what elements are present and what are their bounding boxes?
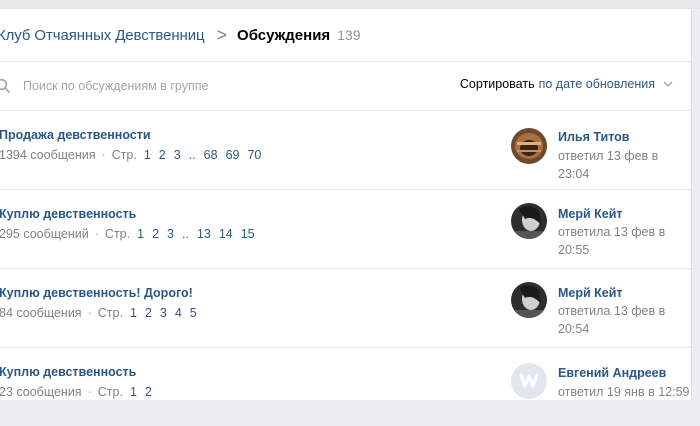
author-name[interactable]: Евгений Андреев — [558, 366, 666, 380]
pages-label: Стр. — [97, 306, 123, 320]
topic-meta: 23 сообщения · Стр. 1 2 — [0, 385, 160, 399]
page-link[interactable]: 3 — [160, 306, 167, 320]
topic-title[interactable]: Продажа девственности — [0, 128, 151, 142]
topic-meta: 1394 сообщения · Стр. 1 2 3 .. 68 69 70 — [0, 148, 269, 162]
page-link[interactable]: 2 — [145, 385, 152, 399]
breadcrumb: Клуб Отчаянных Девственниц > Обсуждения … — [0, 24, 361, 45]
avatar-photo — [511, 128, 547, 164]
page-link[interactable]: 70 — [247, 148, 261, 162]
page-link[interactable]: 1 — [130, 306, 137, 320]
topic-row[interactable]: Куплю девственность 295 сообщений · Стр.… — [0, 190, 691, 269]
topics-list: Продажа девственности 1394 сообщения · С… — [0, 111, 691, 426]
author-name[interactable]: Мерй Кейт — [558, 286, 623, 300]
topic-meta: 84 сообщения · Стр. 1 2 3 4 5 — [0, 306, 205, 320]
sort-dropdown[interactable]: Сортировать по дате обновления — [460, 77, 673, 91]
page-ellipsis: .. — [188, 148, 196, 162]
pages-label: Стр. — [111, 148, 137, 162]
last-reply-time: ответил 19 янв в 12:59 — [558, 385, 690, 399]
header: Клуб Отчаянных Девственниц > Обсуждения … — [0, 9, 691, 62]
page-link[interactable]: 69 — [226, 148, 240, 162]
discussions-panel: Клуб Отчаянных Девственниц > Обсуждения … — [0, 9, 692, 400]
last-reply-time: ответил 13 фев в 23:04 — [558, 149, 659, 181]
page-link[interactable]: 13 — [197, 227, 211, 241]
breadcrumb-separator: > — [216, 24, 228, 45]
search-input[interactable] — [21, 74, 355, 98]
avatar[interactable] — [511, 363, 547, 399]
messages-count: 84 сообщения — [0, 306, 82, 320]
sort-label: Сортировать — [459, 77, 535, 91]
last-reply-time: ответила 13 фев в 20:55 — [558, 225, 666, 257]
search-icon — [0, 78, 10, 93]
avatar[interactable] — [511, 282, 547, 318]
topic-meta: 295 сообщений · Стр. 1 2 3 .. 13 14 15 — [0, 227, 263, 241]
topic-row[interactable]: Продажа девственности 1394 сообщения · С… — [0, 111, 691, 190]
sort-value[interactable]: по дате обновления — [539, 77, 655, 91]
meta-separator: · — [87, 385, 92, 399]
page-link[interactable]: 2 — [145, 306, 152, 320]
chevron-down-icon — [663, 81, 673, 87]
page-link[interactable]: 5 — [190, 306, 197, 320]
topic-title[interactable]: Куплю девственность! Дорого! — [0, 286, 193, 300]
breadcrumb-group-link[interactable]: Клуб Отчаянных Девственниц — [0, 27, 205, 44]
avatar-photo — [511, 282, 547, 318]
page-link[interactable]: 1 — [137, 227, 144, 241]
messages-count: 1394 сообщения — [0, 148, 96, 162]
pages-label: Стр. — [104, 227, 131, 241]
page-link[interactable]: 2 — [152, 227, 159, 241]
topic-row[interactable]: Куплю девственность! Дорого! 84 сообщени… — [0, 269, 691, 348]
avatar[interactable] — [511, 203, 547, 239]
top-strip — [0, 0, 700, 9]
author-name[interactable]: Илья Титов — [558, 130, 630, 144]
page-link[interactable]: 15 — [241, 227, 255, 241]
page-link[interactable]: 3 — [174, 148, 181, 162]
pages-label: Стр. — [97, 385, 123, 399]
page-link[interactable]: 14 — [219, 227, 233, 241]
meta-separator: · — [94, 227, 99, 241]
page-link[interactable]: 2 — [159, 148, 166, 162]
last-reply-time: ответила 13 фев в 20:54 — [558, 304, 666, 336]
page-ellipsis: .. — [181, 227, 189, 241]
search-bar: Сортировать по дате обновления — [0, 62, 691, 111]
messages-count: 23 сообщения — [0, 385, 82, 399]
meta-separator: · — [101, 148, 106, 162]
topic-title[interactable]: Куплю девственность — [0, 207, 136, 221]
topic-title[interactable]: Куплю девственность — [0, 365, 136, 379]
page-link[interactable]: 4 — [175, 306, 182, 320]
page-title: Обсуждения — [237, 26, 331, 44]
page-link[interactable]: 1 — [144, 148, 151, 162]
topics-count: 139 — [337, 27, 361, 43]
topic-row[interactable]: Куплю девственность 23 сообщения · Стр. … — [0, 348, 691, 426]
page-link[interactable]: 3 — [167, 227, 174, 241]
page-link[interactable]: 68 — [204, 148, 218, 162]
avatar[interactable] — [511, 128, 547, 164]
author-name[interactable]: Мерй Кейт — [558, 207, 623, 221]
meta-separator: · — [87, 306, 92, 320]
page-link[interactable]: 1 — [130, 385, 137, 399]
messages-count: 295 сообщений — [0, 227, 89, 241]
default-avatar-icon — [511, 363, 547, 399]
avatar-photo — [511, 203, 547, 239]
